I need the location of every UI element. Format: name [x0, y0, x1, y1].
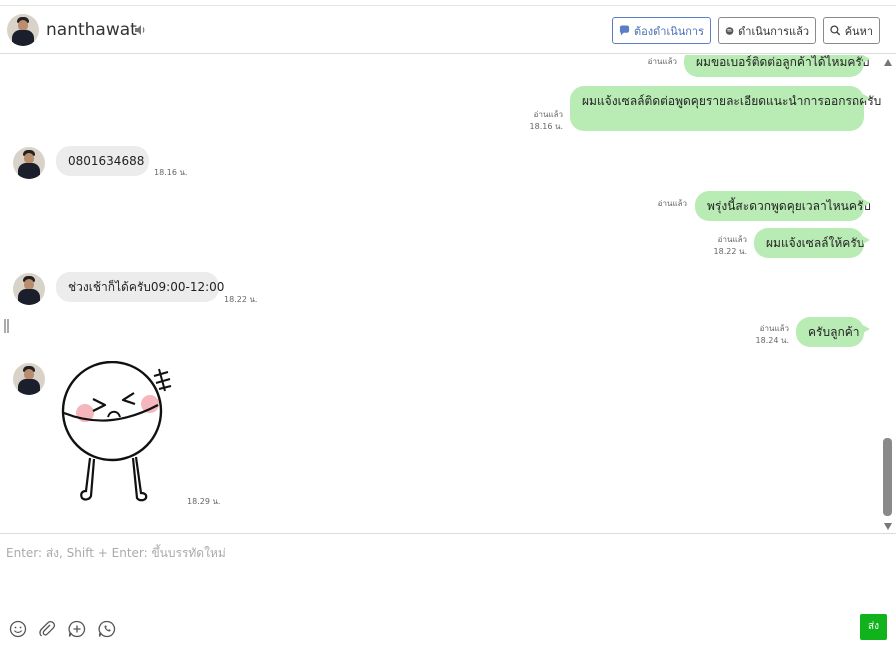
scrollbar[interactable]: [882, 55, 894, 533]
outgoing-message[interactable]: ผมแจ้งเซลล์ให้ครับ: [754, 228, 870, 258]
search-button[interactable]: ค้นหา: [823, 17, 880, 44]
message-time: 18.24 น.: [755, 336, 789, 345]
chat-bubble-icon: [725, 26, 734, 35]
outgoing-message[interactable]: ครับลูกค้า: [796, 317, 870, 347]
contact-avatar[interactable]: [13, 273, 45, 305]
contact-avatar[interactable]: [13, 147, 45, 179]
incoming-message[interactable]: ช่วงเช้าก็ได้ครับ09:00-12:00: [56, 272, 224, 302]
paperclip-icon[interactable]: [38, 620, 56, 638]
speaker-icon[interactable]: [133, 23, 147, 37]
search-icon: [830, 25, 841, 36]
chat-bubble-icon: [619, 25, 630, 36]
message-time: 18.16 น.: [154, 168, 188, 177]
read-status: อ่านแล้ว: [647, 57, 677, 66]
contact-avatar[interactable]: [7, 14, 39, 46]
done-button[interactable]: ดำเนินการแล้ว: [718, 17, 816, 44]
read-status: อ่านแล้ว: [657, 199, 687, 208]
chat-header: nanthawat ต้องดำเนินการ ดำเนินการแล้ว ค้…: [0, 6, 896, 54]
message-time: 18.16 น.: [529, 122, 563, 131]
resize-handle[interactable]: [4, 319, 10, 333]
read-status: อ่านแล้ว: [717, 235, 747, 244]
sticker-image[interactable]: [56, 361, 186, 503]
todo-button-label: ต้องดำเนินการ: [634, 24, 704, 38]
incoming-message[interactable]: 0801634688: [56, 146, 149, 176]
read-status: อ่านแล้ว: [533, 110, 563, 119]
whatsapp-icon[interactable]: [98, 620, 116, 638]
read-status: อ่านแล้ว: [759, 324, 789, 333]
contact-name: nanthawat: [46, 20, 137, 40]
scroll-down-arrow-icon[interactable]: [884, 523, 892, 530]
outgoing-message[interactable]: ผมขอเบอร์ติดต่อลูกค้าได้ไหมครับ: [684, 55, 870, 77]
message-time: 18.22 น.: [713, 247, 747, 256]
message-list[interactable]: อ่านแล้ว ผมขอเบอร์ติดต่อลูกค้าได้ไหมครับ…: [0, 55, 896, 533]
add-circle-icon[interactable]: [68, 620, 86, 638]
message-input[interactable]: [6, 543, 866, 563]
emoji-icon[interactable]: [9, 620, 27, 638]
scrollbar-thumb[interactable]: [883, 438, 892, 516]
search-button-label: ค้นหา: [844, 24, 873, 38]
done-button-label: ดำเนินการแล้ว: [738, 24, 809, 38]
contact-avatar[interactable]: [13, 363, 45, 395]
todo-button[interactable]: ต้องดำเนินการ: [612, 17, 711, 44]
message-time: 18.22 น.: [224, 295, 258, 304]
composer-divider: [0, 533, 896, 534]
scroll-up-arrow-icon[interactable]: [884, 59, 892, 66]
outgoing-message[interactable]: พรุ่งนี้สะดวกพูดคุยเวลาไหนครับ: [695, 191, 871, 221]
outgoing-message[interactable]: ผมแจ้งเซลล์ติดต่อพูดคุยรายละเอียดแนะนำกา…: [570, 86, 881, 131]
message-time: 18.29 น.: [187, 497, 221, 506]
send-button[interactable]: ส่ง: [860, 614, 887, 640]
